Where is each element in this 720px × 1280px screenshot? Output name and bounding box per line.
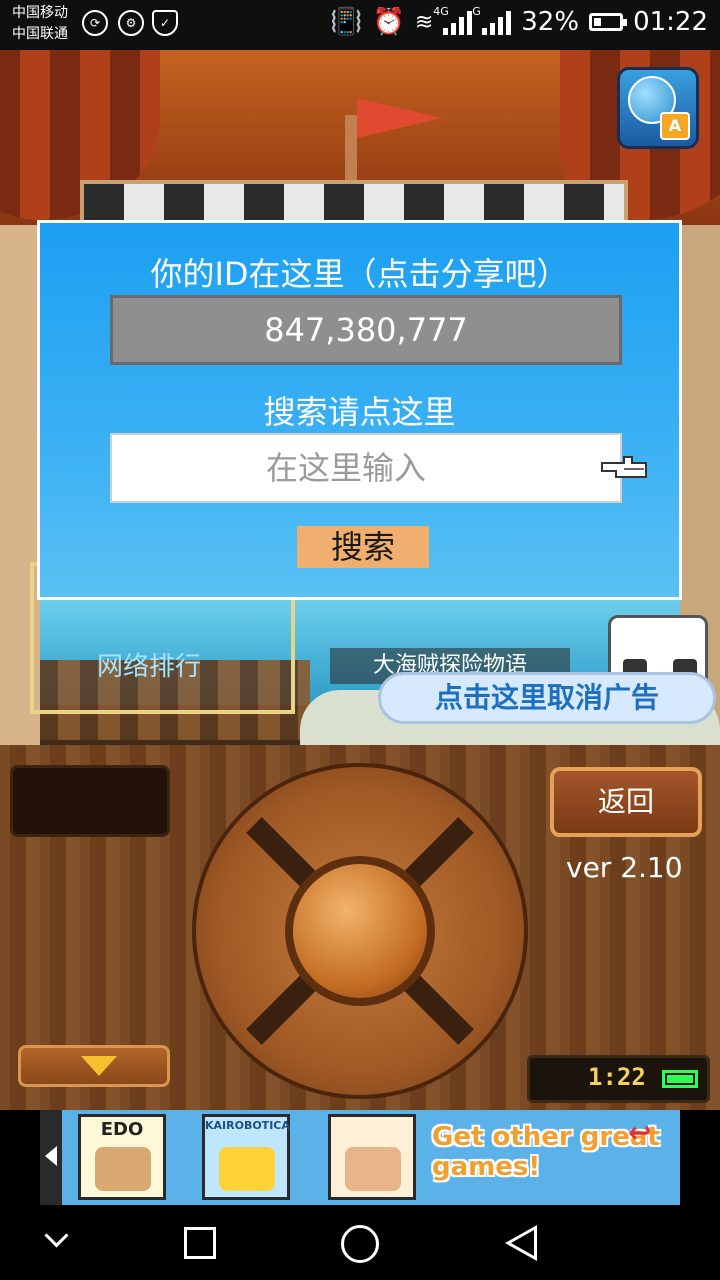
dialog-title: 你的ID在这里（点击分享吧） [150,255,569,293]
signal-icon-2: G [472,5,512,35]
clock-time: 1:22 [588,1063,646,1091]
ad-tile-edo[interactable]: EDO [78,1114,166,1200]
ad-tile-figure [345,1147,401,1191]
remove-ads-button[interactable]: 点击这里取消广告 [378,672,716,724]
battery-icon [589,13,628,31]
ad-tile-title: EDO [100,1119,144,1140]
carrier-1: 中国移动 [12,5,68,21]
ad-tile-figure [95,1147,151,1191]
status-right: 📳 ⏰ ≋ 4G G 32% 01:22 [330,5,708,37]
status-time: 01:22 [633,7,708,37]
carrier-info: 中国移动 中国联通 [12,3,68,45]
ad-tile-title: KAIROBOTICA [205,1119,290,1132]
alarm-icon: ⏰ [372,7,405,37]
wifi-icon: ≋ [414,9,434,35]
language-button[interactable]: A [617,67,699,149]
nav-hide-icon[interactable] [44,1223,69,1248]
back-button[interactable]: 返回 [550,767,702,837]
battery-percent: 32% [521,7,580,37]
search-title: 搜索请点这里 [263,393,456,431]
player-id-box[interactable]: 847,380,777 [110,295,622,365]
language-badge: A [660,112,690,140]
control-panel: 返回 ver 2.10 1:22 [0,745,720,1110]
vibrate-icon: 📳 [330,7,363,37]
game-clock: 1:22 [527,1055,710,1103]
carrier-2: 中国联通 [12,26,68,42]
ad-tile-kairobotica[interactable]: KAIROBOTICA [202,1114,290,1200]
nav-back-icon[interactable] [505,1225,537,1261]
navigation-bar [0,1205,720,1280]
nav-recents-icon[interactable] [184,1227,216,1259]
version-label: ver 2.10 [566,851,683,884]
screen-slot [10,765,170,837]
network-2: G [472,5,481,18]
shield-icon: ✓ [152,10,178,36]
ad-tile-figure [219,1147,275,1191]
search-button[interactable]: 搜索 [297,526,429,568]
dial-center-button[interactable] [285,856,435,1006]
network-1: 4G [433,5,449,18]
ship-flag [357,98,442,138]
nav-home-icon[interactable] [341,1225,379,1263]
sync-icon: ⟳ [82,10,108,36]
shield-settings-icon: ⚙ [118,10,144,36]
scroll-down-button[interactable] [18,1045,170,1087]
id-dialog: 你的ID在这里（点击分享吧） 847,380,777 搜索请点这里 在这里输入 … [37,220,682,600]
status-bar: 中国移动 中国联通 ⟳ ⚙ ✓ 📳 ⏰ ≋ 4G G 32% 01:22 [0,0,720,50]
ad-tile-cafe[interactable] [328,1114,416,1200]
clock-battery-icon [662,1070,698,1088]
control-dial[interactable] [192,763,528,1099]
return-arrow-icon: ↩ [628,1116,652,1149]
signal-icon-1: 4G [433,5,473,35]
ad-prev-arrow-icon[interactable] [40,1110,62,1205]
down-arrow-icon [81,1056,117,1076]
ad-banner: EDO KAIROBOTICA Get other great games! ↩ [0,1110,720,1205]
pointing-hand-icon [601,456,647,478]
ranking-label[interactable]: 网络排行 [97,646,201,683]
search-input[interactable]: 在这里输入 [110,433,622,503]
